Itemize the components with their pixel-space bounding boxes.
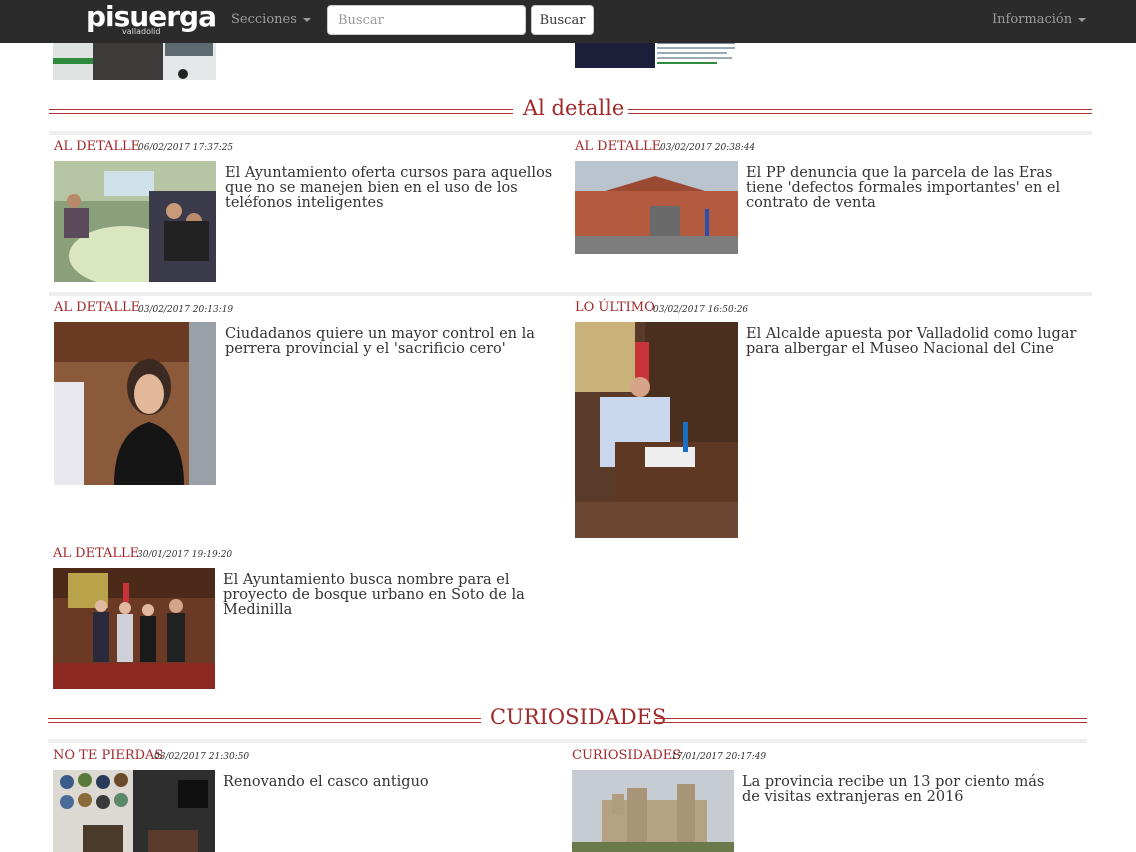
article-category[interactable]: CURIOSIDADES [572,748,681,763]
section-title: Al detalle [523,96,625,120]
heading-rule-left [48,718,481,723]
info-menu-label: Información [992,12,1073,27]
article-date: 03/02/2017 21:30:50 [154,752,250,762]
chevron-down-icon [1078,17,1087,22]
article-category[interactable]: AL DETALLE [53,546,139,561]
heading-rule-left [49,109,513,114]
article-date: 03/02/2017 20:13:19 [138,305,234,315]
article-thumbnail[interactable] [53,770,215,852]
search-button[interactable]: Buscar [531,5,594,35]
site-logo[interactable]: pisuerga valladolid [86,1,217,39]
article-category[interactable]: NO TE PIERDAS [53,748,163,763]
article-thumbnail[interactable] [575,322,738,538]
article-date: 30/01/2017 19:19:20 [137,550,233,560]
article-category[interactable]: AL DETALLE [54,300,140,315]
article-headline[interactable]: Renovando el casco antiguo [223,775,523,790]
article-headline[interactable]: El Ayuntamiento busca nombre para el pro… [223,573,561,618]
chevron-down-icon [302,17,311,22]
sections-menu-label: Secciones [231,12,297,27]
article-thumbnail[interactable] [575,161,738,254]
article-date: 03/02/2017 20:38:44 [660,143,756,153]
article-thumbnail[interactable] [572,770,734,852]
article-headline[interactable]: El Alcalde apuesta por Valladolid como l… [746,327,1091,357]
article-thumbnail[interactable] [53,568,215,689]
article-category[interactable]: AL DETALLE [54,139,140,154]
article-category[interactable]: AL DETALLE [575,139,661,154]
section-title: CURIOSIDADES [490,705,667,729]
section-heading-al-detalle: Al detalle [49,96,1092,126]
search-input[interactable] [327,5,526,35]
article-headline[interactable]: La provincia recibe un 13 por ciento más… [742,775,1052,805]
article-date: 17/01/2017 20:17:49 [671,752,767,762]
heading-rule-right [655,718,1087,723]
article-thumbnail[interactable] [54,161,216,282]
heading-rule-right [628,109,1092,114]
article-thumbnail-bus[interactable] [53,38,216,80]
article-headline[interactable]: El PP denuncia que la parcela de las Era… [746,166,1086,211]
article-headline[interactable]: Ciudadanos quiere un mayor control en la… [225,327,561,357]
info-menu[interactable]: Información [992,12,1087,27]
article-thumbnail[interactable] [54,322,216,485]
row-separator [49,292,1092,296]
section-divider [48,739,1087,743]
article-headline[interactable]: El Ayuntamiento oferta cursos para aquel… [225,166,561,211]
sections-menu[interactable]: Secciones [231,12,311,27]
logo-subtext: valladolid [122,27,161,36]
section-heading-curiosidades: CURIOSIDADES [48,705,1087,735]
article-date: 03/02/2017 16:50:26 [653,305,749,315]
top-navbar: pisuerga valladolid Secciones Buscar Inf… [0,0,1136,43]
article-category[interactable]: LO ÚLTIMO [575,300,655,315]
section-divider [49,131,1092,135]
article-date: 06/02/2017 17:37:25 [138,143,234,153]
